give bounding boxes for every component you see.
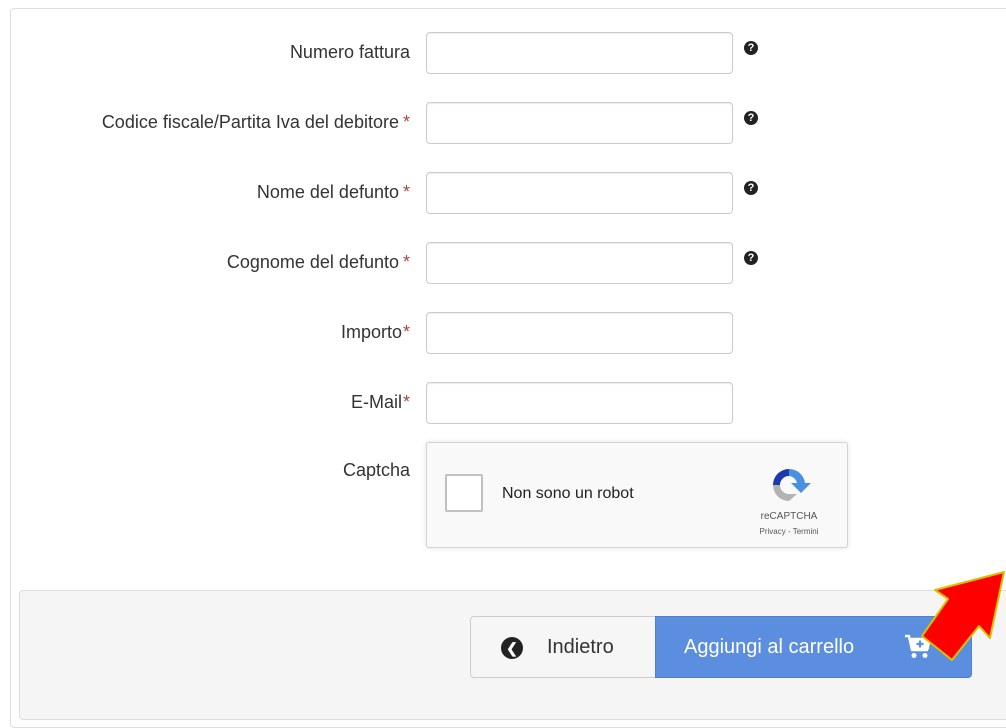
nome-defunto-label: Nome del defunto * <box>257 182 410 203</box>
links-separator: - <box>785 527 793 536</box>
terms-link[interactable]: Termini <box>793 527 819 536</box>
required-marker: * <box>402 182 410 202</box>
help-icon[interactable]: ? <box>744 111 758 125</box>
add-to-cart-label: Aggiungi al carrello <box>684 636 855 658</box>
required-marker: * <box>402 112 410 132</box>
recaptcha-checkbox[interactable] <box>445 474 483 512</box>
row-cognome-defunto: Cognome del defunto * ? <box>0 242 1000 284</box>
cognome-defunto-label-text: Cognome del defunto <box>226 252 399 272</box>
cognome-defunto-input[interactable] <box>426 242 733 284</box>
required-marker: * <box>402 392 410 412</box>
nome-defunto-label-text: Nome del defunto <box>256 182 399 202</box>
row-codice-fiscale: Codice fiscale/Partita Iva del debitore *… <box>0 102 1000 144</box>
recaptcha-links: Privacy - Termini <box>745 527 833 536</box>
email-label-text: E-Mail <box>350 392 402 412</box>
cognome-defunto-label: Cognome del defunto * <box>227 252 410 273</box>
back-button-label: Indietro <box>547 636 614 658</box>
recaptcha-logo-icon <box>773 468 811 501</box>
captcha-label-text: Captcha <box>342 460 410 480</box>
codice-fiscale-label-text: Codice fiscale/Partita Iva del debitore <box>101 112 399 132</box>
annotation-arrow-icon <box>921 571 1005 661</box>
email-label: E-Mail* <box>351 392 410 413</box>
chevron-left-circle-icon: ❮ <box>501 637 523 659</box>
numero-fattura-label-text: Numero fattura <box>289 42 410 62</box>
importo-label: Importo* <box>341 322 410 343</box>
row-email: E-Mail* <box>0 382 1000 424</box>
help-icon[interactable]: ? <box>744 251 758 265</box>
required-marker: * <box>402 252 410 272</box>
nome-defunto-input[interactable] <box>426 172 733 214</box>
numero-fattura-input[interactable] <box>426 32 733 74</box>
recaptcha-text: Non sono un robot <box>502 485 634 502</box>
importo-input[interactable] <box>426 312 733 354</box>
row-importo: Importo* <box>0 312 1000 354</box>
form-actions-bar: ❮ Indietro Aggiungi al carrello <box>19 590 1006 720</box>
importo-label-text: Importo <box>340 322 402 342</box>
help-icon[interactable]: ? <box>744 41 758 55</box>
codice-fiscale-label: Codice fiscale/Partita Iva del debitore * <box>102 112 410 133</box>
email-input[interactable] <box>426 382 733 424</box>
row-numero-fattura: Numero fattura ? <box>0 32 1000 74</box>
privacy-link[interactable]: Privacy <box>760 527 786 536</box>
codice-fiscale-input[interactable] <box>426 102 733 144</box>
help-icon[interactable]: ? <box>744 181 758 195</box>
row-nome-defunto: Nome del defunto * ? <box>0 172 1000 214</box>
back-button[interactable]: ❮ Indietro <box>470 616 656 678</box>
recaptcha-brand: reCAPTCHA <box>760 511 818 522</box>
recaptcha-widget: Non sono un robot reCAPTCHA Privacy - Te… <box>426 442 848 548</box>
captcha-label: Captcha <box>343 460 410 481</box>
numero-fattura-label: Numero fattura <box>290 42 410 63</box>
required-marker: * <box>402 322 410 342</box>
